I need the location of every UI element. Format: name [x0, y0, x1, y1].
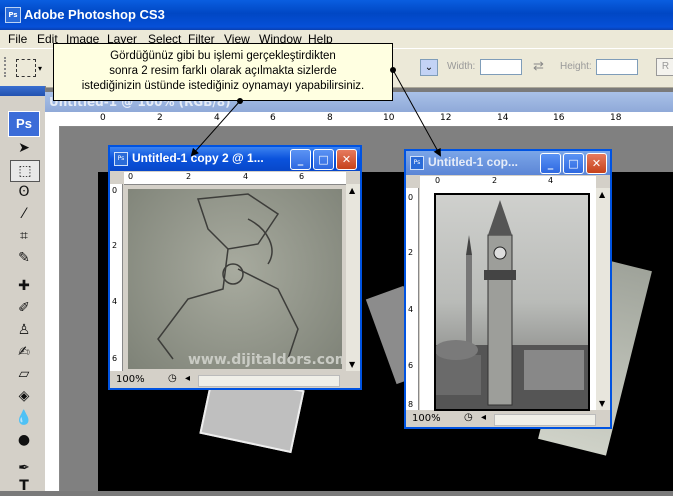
arrow-to-window-1 [190, 100, 241, 157]
annotation-arrows [190, 67, 441, 157]
arrow-to-window-2 [392, 69, 441, 157]
